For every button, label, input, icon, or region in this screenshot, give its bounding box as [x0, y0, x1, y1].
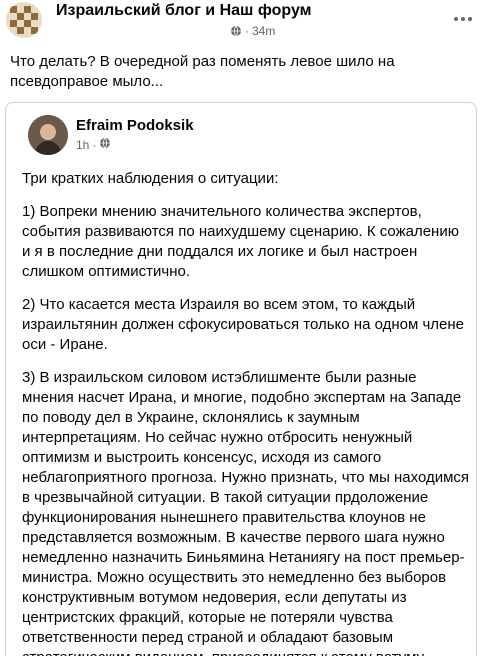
- more-dot: [461, 17, 465, 21]
- globe-icon: [99, 137, 111, 152]
- paragraph: 2) Что касается места Израиля во всем эт…: [22, 296, 464, 353]
- globe-icon: [230, 25, 242, 37]
- more-dot: [468, 17, 472, 21]
- paragraph: Три кратких наблюдения о ситуации:: [22, 170, 279, 187]
- shared-post-body: Три кратких наблюдения о ситуации: 1) Во…: [22, 169, 470, 656]
- post-text: Что делать? В очередной раз поменять лев…: [10, 53, 395, 90]
- shared-post-time[interactable]: 1h: [76, 138, 89, 152]
- group-name[interactable]: Израильский блог и Наш форум: [56, 2, 311, 20]
- paragraph: 3) В израильском силовом истэблишменте б…: [22, 369, 470, 656]
- author-name[interactable]: Efraim Podoksik: [76, 117, 194, 134]
- more-options-button[interactable]: [448, 8, 478, 30]
- post-meta: · 34m: [230, 24, 275, 38]
- shared-post-meta: 1h ·: [76, 137, 111, 152]
- post-header: Израильский блог и Наш форум · 34m: [0, 0, 481, 44]
- chessboard-logo-icon: [6, 2, 42, 38]
- author-avatar[interactable]: [28, 115, 68, 155]
- shared-post-card[interactable]: Efraim Podoksik 1h · Три кратких наблюде…: [5, 102, 477, 656]
- separator-dot: ·: [92, 137, 97, 152]
- more-options-icon: [454, 17, 458, 21]
- post-time[interactable]: 34m: [252, 24, 275, 38]
- paragraph: 1) Вопреки мнению значительного количест…: [22, 203, 459, 280]
- group-avatar[interactable]: [6, 2, 42, 38]
- separator-dot: ·: [245, 24, 249, 38]
- profile-photo-icon: [28, 115, 68, 155]
